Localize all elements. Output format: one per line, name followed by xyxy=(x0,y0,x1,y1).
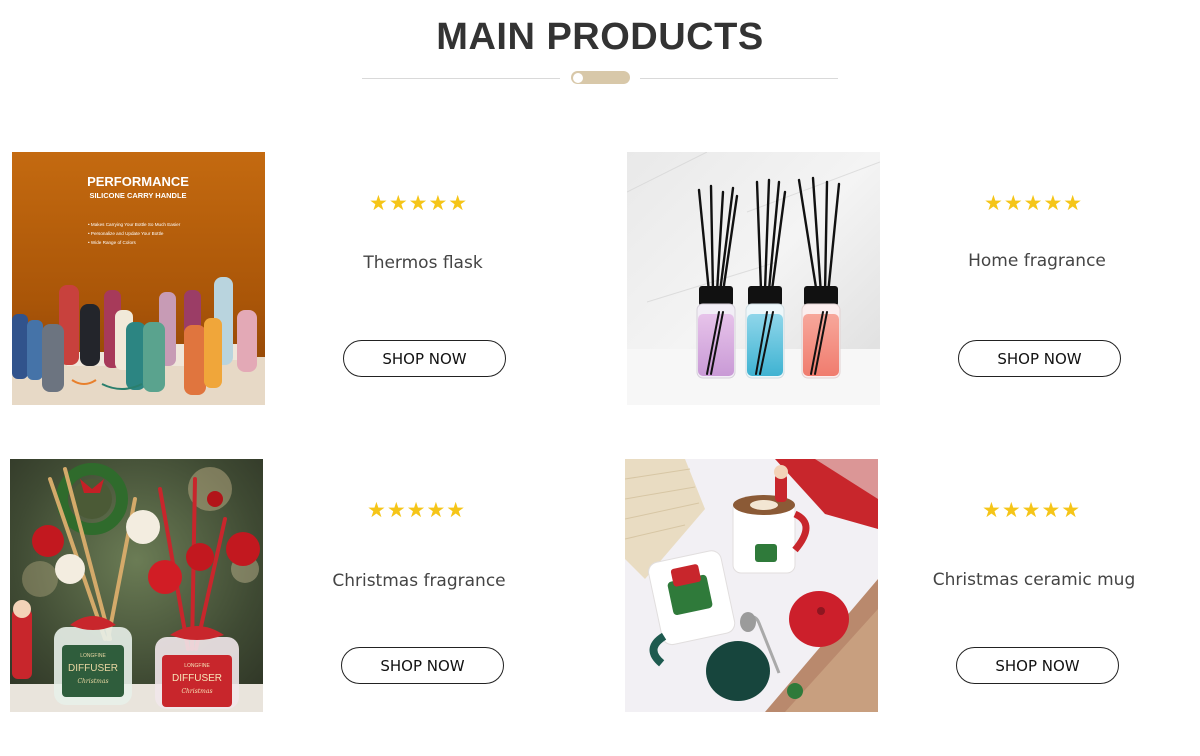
title-divider-left xyxy=(362,78,560,79)
rating-stars: ★★★★★ xyxy=(982,499,1082,522)
right-jar-brand: LONGFINE xyxy=(184,663,210,669)
left-jar-script: Christmas xyxy=(77,678,108,685)
shop-now-button-home-fragrance[interactable]: SHOP NOW xyxy=(958,340,1121,377)
product-name-christmas-fragrance[interactable]: Christmas fragrance xyxy=(319,571,519,591)
product-image-home-fragrance[interactable] xyxy=(627,152,880,405)
thermos-image-bullet: • Wide Range of Colors xyxy=(88,240,137,245)
product-name-thermos-flask[interactable]: Thermos flask xyxy=(323,253,523,273)
product-image-christmas-fragrance[interactable]: LONGFINE DIFFUSER Christmas LONGFINE DIF… xyxy=(10,459,263,712)
ceramic-mug-image xyxy=(625,459,878,712)
product-image-thermos-flask[interactable]: PERFORMANCE SILICONE CARRY HANDLE • Make… xyxy=(12,152,265,405)
title-divider-dot xyxy=(573,73,583,83)
rating-stars: ★★★★★ xyxy=(367,499,467,522)
product-name-christmas-ceramic-mug[interactable]: Christmas ceramic mug xyxy=(924,570,1144,590)
thermos-image-subheading: SILICONE CARRY HANDLE xyxy=(89,191,186,200)
thermos-image-bullet: • Makes Carrying Your Bottle So Much Eas… xyxy=(88,222,181,227)
left-jar-label: DIFFUSER xyxy=(68,663,118,674)
thermos-image-bullet: • Personalize and Update Your Bottle xyxy=(88,231,164,236)
shop-now-button-christmas-ceramic-mug[interactable]: SHOP NOW xyxy=(956,647,1119,684)
title-divider-right xyxy=(640,78,838,79)
right-jar-script: Christmas xyxy=(181,688,212,695)
christmas-diffuser-image: LONGFINE DIFFUSER Christmas LONGFINE DIF… xyxy=(10,459,263,712)
reed-diffuser-image xyxy=(627,152,880,405)
thermos-bottles-image: PERFORMANCE SILICONE CARRY HANDLE • Make… xyxy=(12,152,265,405)
product-name-home-fragrance[interactable]: Home fragrance xyxy=(937,251,1137,271)
section-title: MAIN PRODUCTS xyxy=(436,16,764,58)
product-image-christmas-ceramic-mug[interactable] xyxy=(625,459,878,712)
left-jar-brand: LONGFINE xyxy=(80,653,106,659)
right-jar-label: DIFFUSER xyxy=(172,673,222,684)
shop-now-button-thermos-flask[interactable]: SHOP NOW xyxy=(343,340,506,377)
rating-stars: ★★★★★ xyxy=(369,192,469,215)
thermos-image-heading: PERFORMANCE xyxy=(87,174,189,189)
rating-stars: ★★★★★ xyxy=(984,192,1084,215)
shop-now-button-christmas-fragrance[interactable]: SHOP NOW xyxy=(341,647,504,684)
